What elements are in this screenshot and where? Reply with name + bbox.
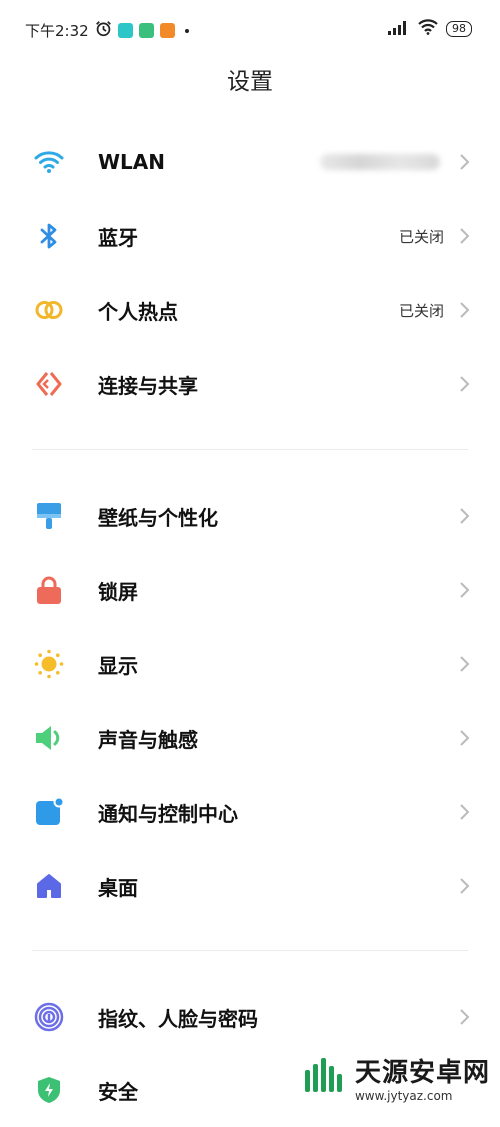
settings-item-bluetooth[interactable]: 蓝牙 已关闭	[0, 199, 500, 273]
speaker-icon	[34, 723, 64, 753]
watermark-url: www.jytyaz.com	[354, 1089, 453, 1103]
status-time: 下午2:32	[25, 22, 89, 40]
settings-item-desktop[interactable]: 桌面	[0, 849, 500, 923]
settings-item-label: 声音与触感	[98, 727, 198, 752]
site-watermark: 天源安卓网 www.jytyaz.com	[303, 1052, 490, 1103]
section-divider	[32, 449, 468, 450]
settings-item-label: 指纹、人脸与密码	[98, 1006, 258, 1031]
settings-item-label: 桌面	[98, 875, 138, 900]
wifi-status-icon	[418, 19, 438, 39]
lock-icon	[34, 575, 64, 605]
chevron-right-icon	[458, 226, 472, 246]
settings-item-wlan[interactable]: WLAN	[0, 125, 500, 199]
app-notification-icon	[160, 23, 175, 38]
app-notification-icon	[118, 23, 133, 38]
watermark-title: 天源安卓网	[354, 1058, 490, 1088]
settings-item-label: 安全	[98, 1079, 138, 1104]
sun-icon	[34, 649, 64, 679]
settings-item-label: 蓝牙	[98, 225, 138, 250]
chevron-right-icon	[458, 876, 472, 896]
status-notification-icons	[95, 20, 189, 41]
wlan-network-name-redacted	[320, 154, 440, 170]
settings-item-lockscreen[interactable]: 锁屏	[0, 553, 500, 627]
bluetooth-icon	[34, 221, 64, 251]
settings-item-wallpaper[interactable]: 壁纸与个性化	[0, 479, 500, 553]
battery-indicator: 98	[446, 21, 472, 37]
page-title: 设置	[227, 69, 273, 95]
settings-item-connection-sharing[interactable]: 连接与共享	[0, 347, 500, 421]
fingerprint-icon	[34, 1002, 64, 1032]
settings-item-label: 壁纸与个性化	[98, 505, 218, 530]
alarm-icon	[95, 20, 112, 41]
settings-item-label: 个人热点	[98, 299, 178, 324]
chevron-right-icon	[458, 374, 472, 394]
chevron-right-icon	[458, 654, 472, 674]
chevron-right-icon	[458, 802, 472, 822]
wallpaper-brush-icon	[34, 501, 64, 531]
settings-item-value: 已关闭	[398, 301, 444, 320]
settings-item-label: 连接与共享	[98, 373, 198, 398]
chevron-right-icon	[458, 728, 472, 748]
settings-item-display[interactable]: 显示	[0, 627, 500, 701]
hotspot-icon	[34, 295, 64, 325]
chevron-right-icon	[458, 300, 472, 320]
app-notification-icon	[139, 23, 154, 38]
signal-icon	[388, 20, 410, 39]
settings-item-label: 通知与控制中心	[98, 801, 238, 826]
connection-share-icon	[34, 369, 64, 399]
settings-item-fingerprint[interactable]: 指纹、人脸与密码	[0, 980, 500, 1054]
settings-item-label: 显示	[98, 653, 138, 678]
notification-icon	[34, 797, 64, 827]
shield-icon	[34, 1075, 64, 1105]
chevron-right-icon	[458, 580, 472, 600]
chevron-right-icon	[458, 506, 472, 526]
settings-item-value: 已关闭	[398, 227, 444, 246]
chevron-right-icon	[458, 152, 472, 172]
more-notifications-dot	[185, 28, 189, 33]
wifi-icon	[34, 147, 64, 177]
home-icon	[34, 871, 64, 901]
settings-item-label: 锁屏	[98, 579, 138, 604]
status-bar: 下午2:32 98	[0, 0, 500, 60]
settings-item-label: WLAN	[98, 150, 166, 174]
section-divider	[32, 950, 468, 951]
chevron-right-icon	[458, 1007, 472, 1027]
settings-item-sound[interactable]: 声音与触感	[0, 701, 500, 775]
settings-item-hotspot[interactable]: 个人热点 已关闭	[0, 273, 500, 347]
settings-item-notifications[interactable]: 通知与控制中心	[0, 775, 500, 849]
watermark-logo-icon	[303, 1056, 349, 1100]
